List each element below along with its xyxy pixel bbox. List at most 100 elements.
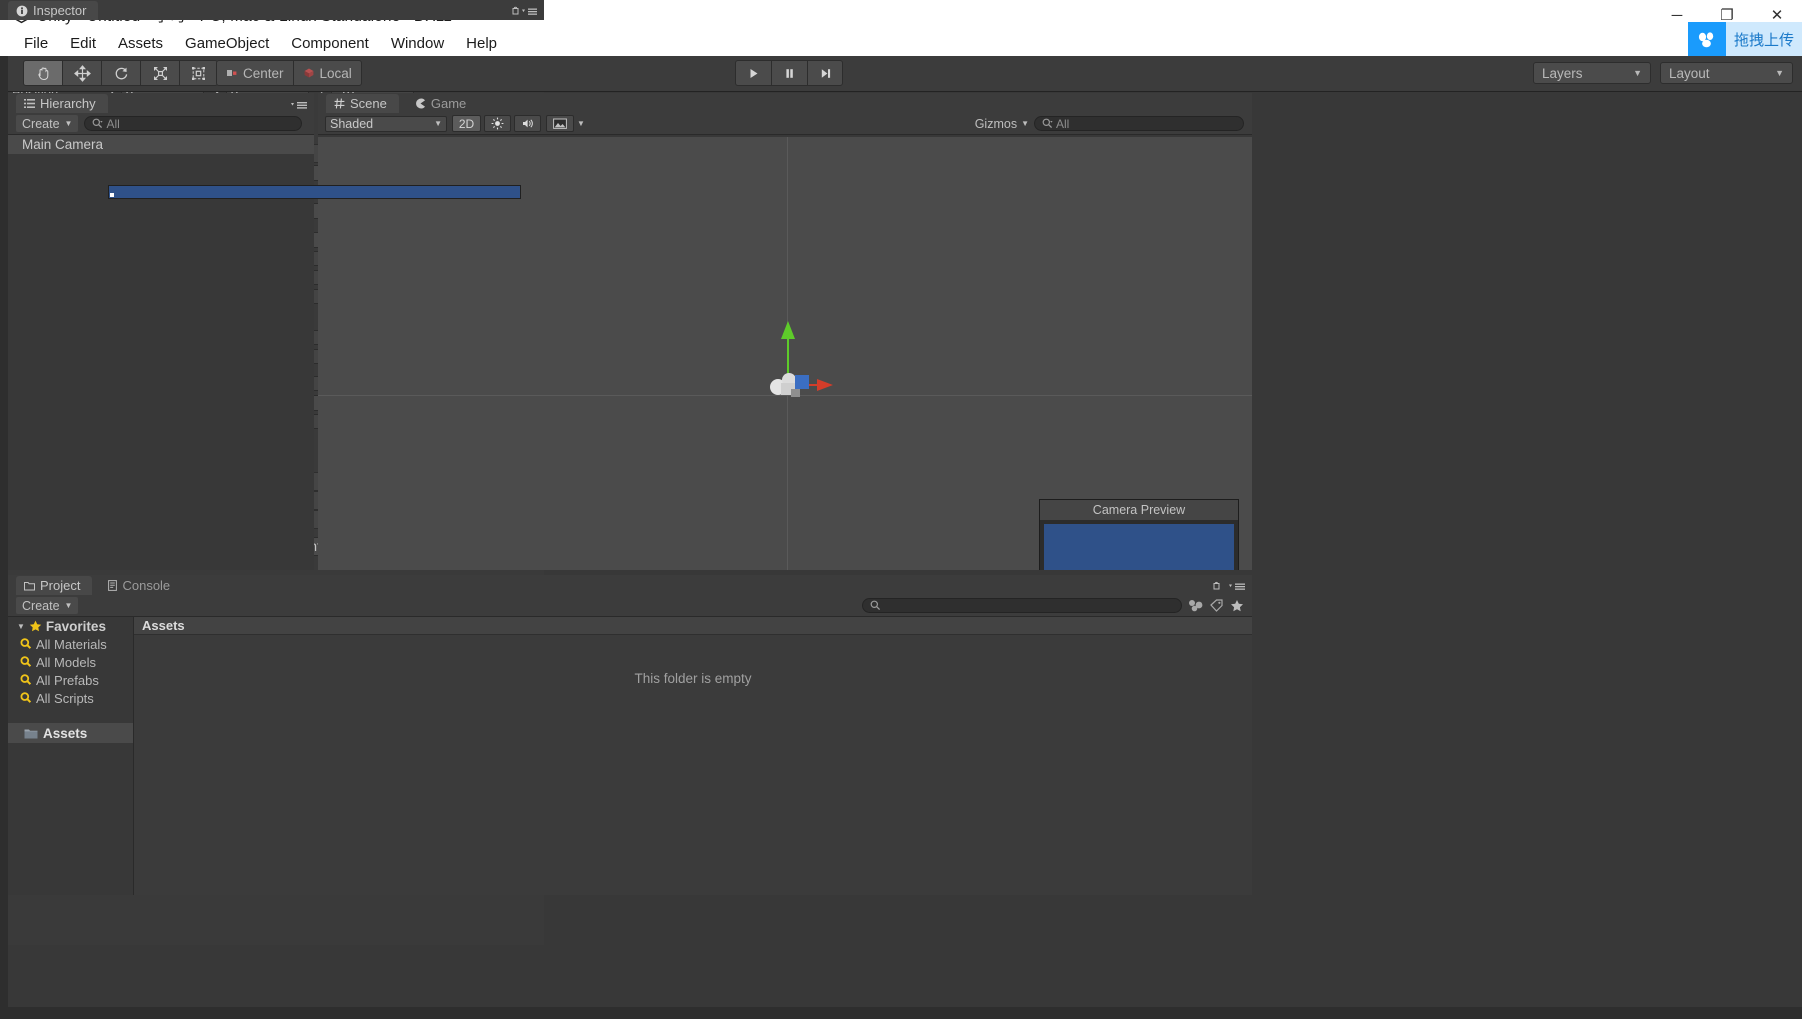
search-icon — [20, 638, 32, 649]
menu-bar: File Edit Assets GameObject Component Wi… — [0, 30, 1802, 56]
chevron-down-icon: ▼ — [1775, 68, 1784, 78]
favorites-star-icon[interactable] — [1230, 599, 1244, 612]
left-edge-strip — [0, 56, 8, 1019]
inspector-tab-menu[interactable] — [512, 6, 538, 17]
tab-hierarchy[interactable]: Hierarchy — [16, 94, 108, 113]
scene-effects-chevron[interactable]: ▼ — [575, 115, 587, 132]
toggle-2d-label: 2D — [458, 116, 475, 131]
chevron-down-icon: ▼ — [1633, 68, 1642, 78]
create-label: Create — [22, 116, 60, 131]
layers-dropdown[interactable]: Layers ▼ — [1533, 62, 1651, 84]
tab-inspector[interactable]: Inspector — [8, 1, 99, 20]
hierarchy-tab-label: Hierarchy — [40, 96, 96, 111]
project-assets-folder[interactable]: Assets — [8, 723, 133, 743]
camera-preview-title: Camera Preview — [1040, 500, 1238, 520]
project-tab-label: Project — [40, 578, 81, 593]
camera-preview-panel: Camera Preview — [1039, 499, 1239, 570]
tab-scene[interactable]: Scene — [326, 94, 399, 113]
pause-button[interactable] — [771, 60, 807, 86]
star-icon — [29, 620, 42, 632]
layout-label: Layout — [1669, 65, 1710, 81]
hierarchy-search-text: All — [106, 116, 120, 131]
favorite-all-models[interactable]: All Models — [8, 653, 133, 671]
scene-audio-toggle[interactable] — [514, 115, 541, 132]
project-favorites-tree: ▼ Favorites All Materials All Models All… — [8, 617, 134, 895]
pivot-center-button[interactable]: Center — [216, 60, 293, 86]
rect-tool-button[interactable] — [179, 60, 218, 86]
menu-file[interactable]: File — [13, 33, 59, 54]
draw-mode-label: Shaded — [330, 116, 374, 131]
menu-help[interactable]: Help — [455, 33, 508, 54]
sun-icon — [491, 117, 504, 130]
main-toolbar: Center Local Layers ▼ Layout ▼ — [0, 56, 1802, 92]
search-icon — [20, 674, 32, 685]
tab-project[interactable]: Project — [16, 576, 93, 595]
chevron-down-icon: ▼ — [1021, 119, 1029, 128]
tab-game[interactable]: Game — [407, 94, 478, 113]
project-empty-message: This folder is empty — [634, 671, 752, 686]
hierarchy-icon — [24, 99, 35, 108]
search-icon — [20, 692, 32, 703]
scene-2d-toggle[interactable]: 2D — [452, 115, 481, 132]
search-icon — [20, 656, 32, 667]
hierarchy-tab-menu[interactable] — [290, 100, 308, 110]
chevron-down-icon: ▼ — [434, 119, 442, 128]
hierarchy-search-input[interactable]: All — [84, 116, 303, 131]
play-button[interactable] — [735, 60, 771, 86]
project-tab-menu[interactable] — [1212, 581, 1246, 592]
project-content-header: Assets — [134, 617, 1252, 635]
scene-effects-toggle[interactable] — [546, 115, 574, 132]
pivot-toggles-group: Center Local — [216, 60, 362, 86]
hierarchy-panel: Hierarchy Create ▼ All Main Camera — [8, 93, 314, 570]
pivot-local-button[interactable]: Local — [292, 60, 362, 86]
chevron-down-icon: ▼ — [64, 601, 73, 610]
project-split: ▼ Favorites All Materials All Models All… — [8, 617, 1252, 895]
favorites-group-header[interactable]: ▼ Favorites — [8, 617, 133, 635]
scene-gizmos-dropdown[interactable]: Gizmos ▼ — [975, 117, 1029, 131]
menu-component[interactable]: Component — [280, 33, 380, 54]
menu-gameobject[interactable]: GameObject — [174, 33, 280, 54]
project-tab-row: Project Console — [8, 575, 1252, 595]
scene-draw-mode-dropdown[interactable]: Shaded ▼ — [325, 115, 447, 132]
scale-tool-button[interactable] — [140, 60, 179, 86]
project-content-pane[interactable]: Assets This folder is empty — [134, 617, 1252, 895]
tab-console[interactable]: Console — [100, 576, 182, 595]
scene-tab-row: Scene Game — [318, 93, 1252, 113]
bottom-status-strip — [0, 1007, 1802, 1019]
filter-by-type-icon[interactable] — [1188, 599, 1204, 612]
favorites-label: Favorites — [45, 618, 106, 634]
cloud-upload-icon — [1687, 22, 1726, 57]
filter-by-label-icon[interactable] — [1210, 599, 1224, 612]
step-button[interactable] — [807, 60, 843, 86]
menu-window[interactable]: Window — [380, 33, 455, 54]
scene-viewport[interactable]: Camera Preview — [318, 137, 1252, 570]
rotate-tool-button[interactable] — [101, 60, 140, 86]
layout-dropdown[interactable]: Layout ▼ — [1660, 62, 1793, 84]
camera-gizmo — [770, 321, 833, 397]
scene-search-input[interactable]: All — [1034, 116, 1244, 131]
hand-tool-button[interactable] — [23, 60, 62, 86]
favorite-all-prefabs[interactable]: All Prefabs — [8, 671, 133, 689]
hierarchy-item-label: Main Camera — [22, 137, 104, 152]
project-search-input[interactable] — [862, 598, 1182, 613]
menu-assets[interactable]: Assets — [107, 33, 174, 54]
inspector-tab-label: Inspector — [33, 3, 87, 18]
hierarchy-create-button[interactable]: Create ▼ — [16, 115, 79, 132]
inspector-tab-row: Inspector — [0, 0, 544, 20]
favorite-all-materials[interactable]: All Materials — [8, 635, 133, 653]
scene-tab-label: Scene — [350, 96, 387, 111]
project-toolbar: Create ▼ — [8, 595, 1252, 617]
baidu-netdisk-upload-badge[interactable]: 拖拽上传 — [1687, 22, 1802, 57]
hierarchy-item-main-camera[interactable]: Main Camera — [8, 135, 314, 154]
console-tab-label: Console — [122, 578, 171, 593]
scene-lighting-toggle[interactable] — [484, 115, 511, 132]
menu-edit[interactable]: Edit — [59, 33, 107, 54]
move-tool-button[interactable] — [62, 60, 101, 86]
folder-icon — [24, 729, 38, 738]
scene-panel: Scene Game Shaded ▼ 2D ▼ Gizmos ▼ All Ca… — [318, 93, 1252, 570]
hierarchy-tree: Main Camera — [8, 135, 314, 570]
project-create-button[interactable]: Create ▼ — [16, 597, 79, 614]
background-color-swatch[interactable] — [108, 184, 521, 199]
favorite-all-scripts[interactable]: All Scripts — [8, 689, 133, 707]
favorite-label: All Prefabs — [36, 672, 99, 688]
